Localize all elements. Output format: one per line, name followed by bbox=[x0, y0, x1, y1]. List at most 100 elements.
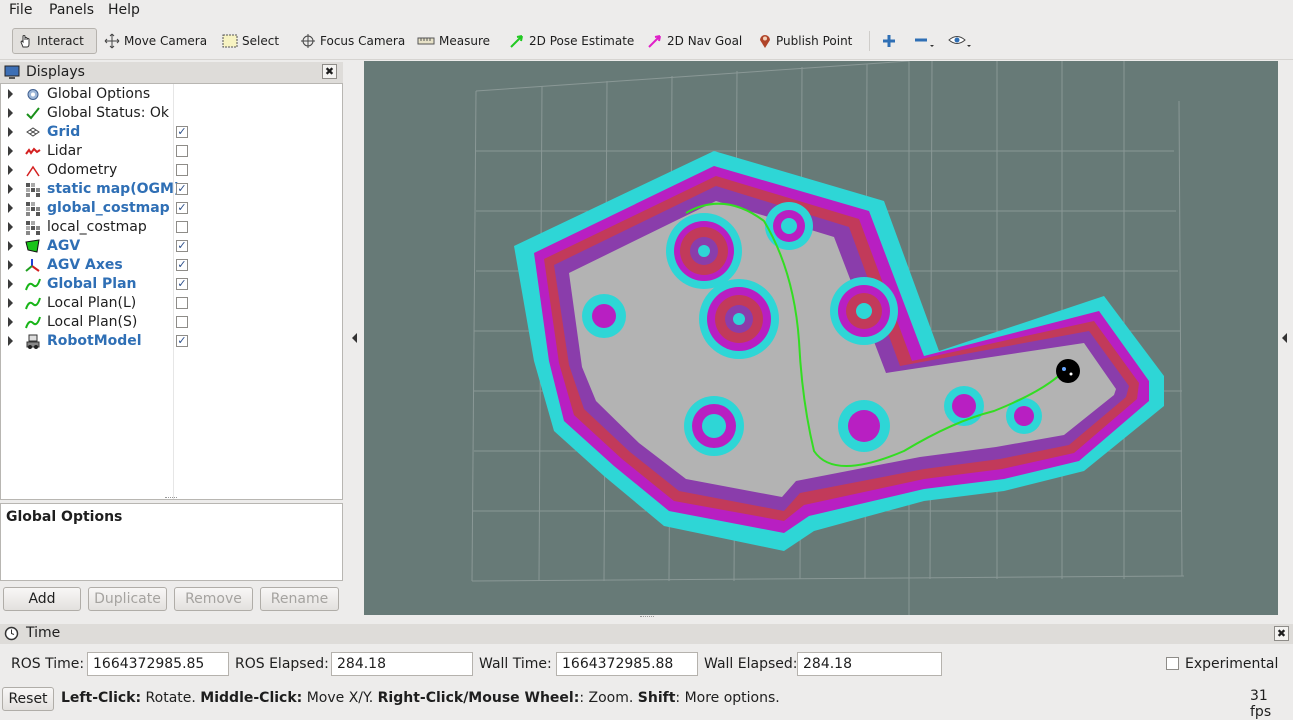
toolbar: Interact Move Camera Select Focus Camera… bbox=[0, 23, 1293, 60]
display-item-static-map-ogm[interactable]: static map(OGM) ✓ bbox=[1, 180, 342, 199]
interact-tool-button[interactable]: Interact bbox=[12, 28, 97, 54]
display-enable-checkbox[interactable] bbox=[176, 221, 188, 233]
display-item-agv[interactable]: AGV ✓ bbox=[1, 237, 342, 256]
robot-model bbox=[1056, 359, 1080, 383]
select-box-icon bbox=[222, 34, 238, 48]
display-enable-checkbox[interactable] bbox=[176, 297, 188, 309]
collapse-right-icon[interactable] bbox=[1282, 333, 1287, 343]
menu-bar: File Panels Help bbox=[0, 0, 1293, 22]
nav-goal-label: 2D Nav Goal bbox=[667, 34, 743, 48]
measure-tool-button[interactable]: Measure bbox=[413, 28, 494, 54]
expand-arrow-icon[interactable] bbox=[8, 317, 13, 327]
expand-arrow-icon[interactable] bbox=[8, 165, 13, 175]
display-item-global-status-ok[interactable]: Global Status: Ok bbox=[1, 104, 342, 123]
remove-tool-button[interactable] bbox=[910, 28, 940, 54]
display-enable-checkbox[interactable]: ✓ bbox=[176, 126, 188, 138]
displays-tree[interactable]: Global Options Global Status: Ok Grid ✓ Lida… bbox=[0, 83, 343, 500]
nav-goal-tool-button[interactable]: 2D Nav Goal bbox=[643, 28, 746, 54]
right-click-key: Right-Click/Mouse Wheel: bbox=[377, 690, 580, 706]
property-description-box: Global Options bbox=[0, 503, 343, 581]
experimental-checkbox[interactable] bbox=[1166, 657, 1179, 670]
map-icon bbox=[25, 201, 41, 216]
odometry-icon bbox=[25, 163, 41, 178]
display-enable-checkbox[interactable] bbox=[176, 316, 188, 328]
path-icon bbox=[25, 296, 41, 311]
expand-arrow-icon[interactable] bbox=[8, 241, 13, 251]
display-item-local-plan-s[interactable]: Local Plan(S) bbox=[1, 313, 342, 332]
axes-icon bbox=[25, 258, 41, 273]
shift-key: Shift bbox=[637, 690, 676, 706]
display-item-odometry[interactable]: Odometry bbox=[1, 161, 342, 180]
display-item-global-plan[interactable]: Global Plan ✓ bbox=[1, 275, 342, 294]
monitor-icon bbox=[4, 65, 20, 79]
select-tool-button[interactable]: Select bbox=[218, 28, 283, 54]
close-displays-button[interactable]: ✖ bbox=[322, 64, 337, 79]
rename-display-button[interactable]: Rename bbox=[260, 587, 339, 611]
display-item-label: Global Options bbox=[47, 86, 151, 102]
add-display-button[interactable]: Add bbox=[3, 587, 81, 611]
ros-elapsed-label: ROS Elapsed: bbox=[235, 656, 329, 672]
display-enable-checkbox[interactable] bbox=[176, 164, 188, 176]
time-title: Time bbox=[26, 625, 61, 641]
display-item-global-costmap[interactable]: global_costmap ✓ bbox=[1, 199, 342, 218]
display-enable-checkbox[interactable]: ✓ bbox=[176, 335, 188, 347]
display-item-local-plan-l[interactable]: Local Plan(L) bbox=[1, 294, 342, 313]
move-camera-tool-button[interactable]: Move Camera bbox=[100, 28, 211, 54]
display-item-label: Grid bbox=[47, 124, 81, 140]
collapse-left-icon[interactable] bbox=[352, 333, 357, 343]
reset-button[interactable]: Reset bbox=[2, 687, 54, 711]
magenta-arrow-icon bbox=[648, 35, 661, 48]
display-item-label: Lidar bbox=[47, 143, 82, 159]
expand-arrow-icon[interactable] bbox=[8, 89, 13, 99]
display-enable-checkbox[interactable]: ✓ bbox=[176, 240, 188, 252]
duplicate-display-button[interactable]: Duplicate bbox=[88, 587, 167, 611]
expand-arrow-icon[interactable] bbox=[8, 203, 13, 213]
close-time-button[interactable]: ✖ bbox=[1274, 626, 1289, 641]
expand-arrow-icon[interactable] bbox=[8, 127, 13, 137]
menu-file[interactable]: File bbox=[9, 2, 32, 18]
shift-value: : More options. bbox=[675, 690, 780, 706]
focus-camera-tool-button[interactable]: Focus Camera bbox=[296, 28, 409, 54]
ros-elapsed-field[interactable]: 284.18 bbox=[331, 652, 473, 676]
view-tool-button[interactable] bbox=[944, 28, 978, 54]
expand-arrow-icon[interactable] bbox=[8, 260, 13, 270]
ros-time-field[interactable]: 1664372985.85 bbox=[87, 652, 229, 676]
remove-display-button[interactable]: Remove bbox=[174, 587, 253, 611]
status-help-text: Left-Click: Rotate. Middle-Click: Move X… bbox=[61, 690, 780, 706]
display-enable-checkbox[interactable]: ✓ bbox=[176, 278, 188, 290]
add-tool-button[interactable] bbox=[878, 28, 900, 54]
display-item-global-options[interactable]: Global Options bbox=[1, 85, 342, 104]
wall-elapsed-field[interactable]: 284.18 bbox=[797, 652, 942, 676]
expand-arrow-icon[interactable] bbox=[8, 146, 13, 156]
render-viewport[interactable] bbox=[364, 60, 1278, 615]
display-enable-checkbox[interactable]: ✓ bbox=[176, 259, 188, 271]
display-item-lidar[interactable]: Lidar bbox=[1, 142, 342, 161]
left-click-key: Left-Click: bbox=[61, 690, 142, 706]
wall-time-field[interactable]: 1664372985.88 bbox=[556, 652, 698, 676]
display-item-agv-axes[interactable]: AGV Axes ✓ bbox=[1, 256, 342, 275]
menu-panels[interactable]: Panels bbox=[49, 2, 94, 18]
display-enable-checkbox[interactable]: ✓ bbox=[176, 202, 188, 214]
gear-icon bbox=[25, 87, 41, 102]
display-enable-checkbox[interactable] bbox=[176, 145, 188, 157]
display-item-grid[interactable]: Grid ✓ bbox=[1, 123, 342, 142]
wall-elapsed-label: Wall Elapsed: bbox=[704, 656, 798, 672]
displays-panel-header: Displays ✖ bbox=[0, 62, 343, 83]
expand-arrow-icon[interactable] bbox=[8, 279, 13, 289]
publish-point-tool-button[interactable]: Publish Point bbox=[754, 28, 856, 54]
expand-arrow-icon[interactable] bbox=[8, 108, 13, 118]
display-item-local-costmap[interactable]: local_costmap bbox=[1, 218, 342, 237]
display-item-robotmodel[interactable]: RobotModel ✓ bbox=[1, 332, 342, 351]
splitter-handle[interactable] bbox=[165, 497, 177, 502]
publish-point-label: Publish Point bbox=[776, 34, 853, 48]
expand-arrow-icon[interactable] bbox=[8, 336, 13, 346]
expand-arrow-icon[interactable] bbox=[8, 184, 13, 194]
path-icon bbox=[25, 277, 41, 292]
menu-help[interactable]: Help bbox=[108, 2, 140, 18]
splitter-handle-bottom[interactable] bbox=[640, 616, 654, 621]
expand-arrow-icon[interactable] bbox=[8, 222, 13, 232]
display-enable-checkbox[interactable]: ✓ bbox=[176, 183, 188, 195]
fps-counter: 31 fps bbox=[1250, 688, 1272, 720]
expand-arrow-icon[interactable] bbox=[8, 298, 13, 308]
pose-estimate-tool-button[interactable]: 2D Pose Estimate bbox=[505, 28, 638, 54]
